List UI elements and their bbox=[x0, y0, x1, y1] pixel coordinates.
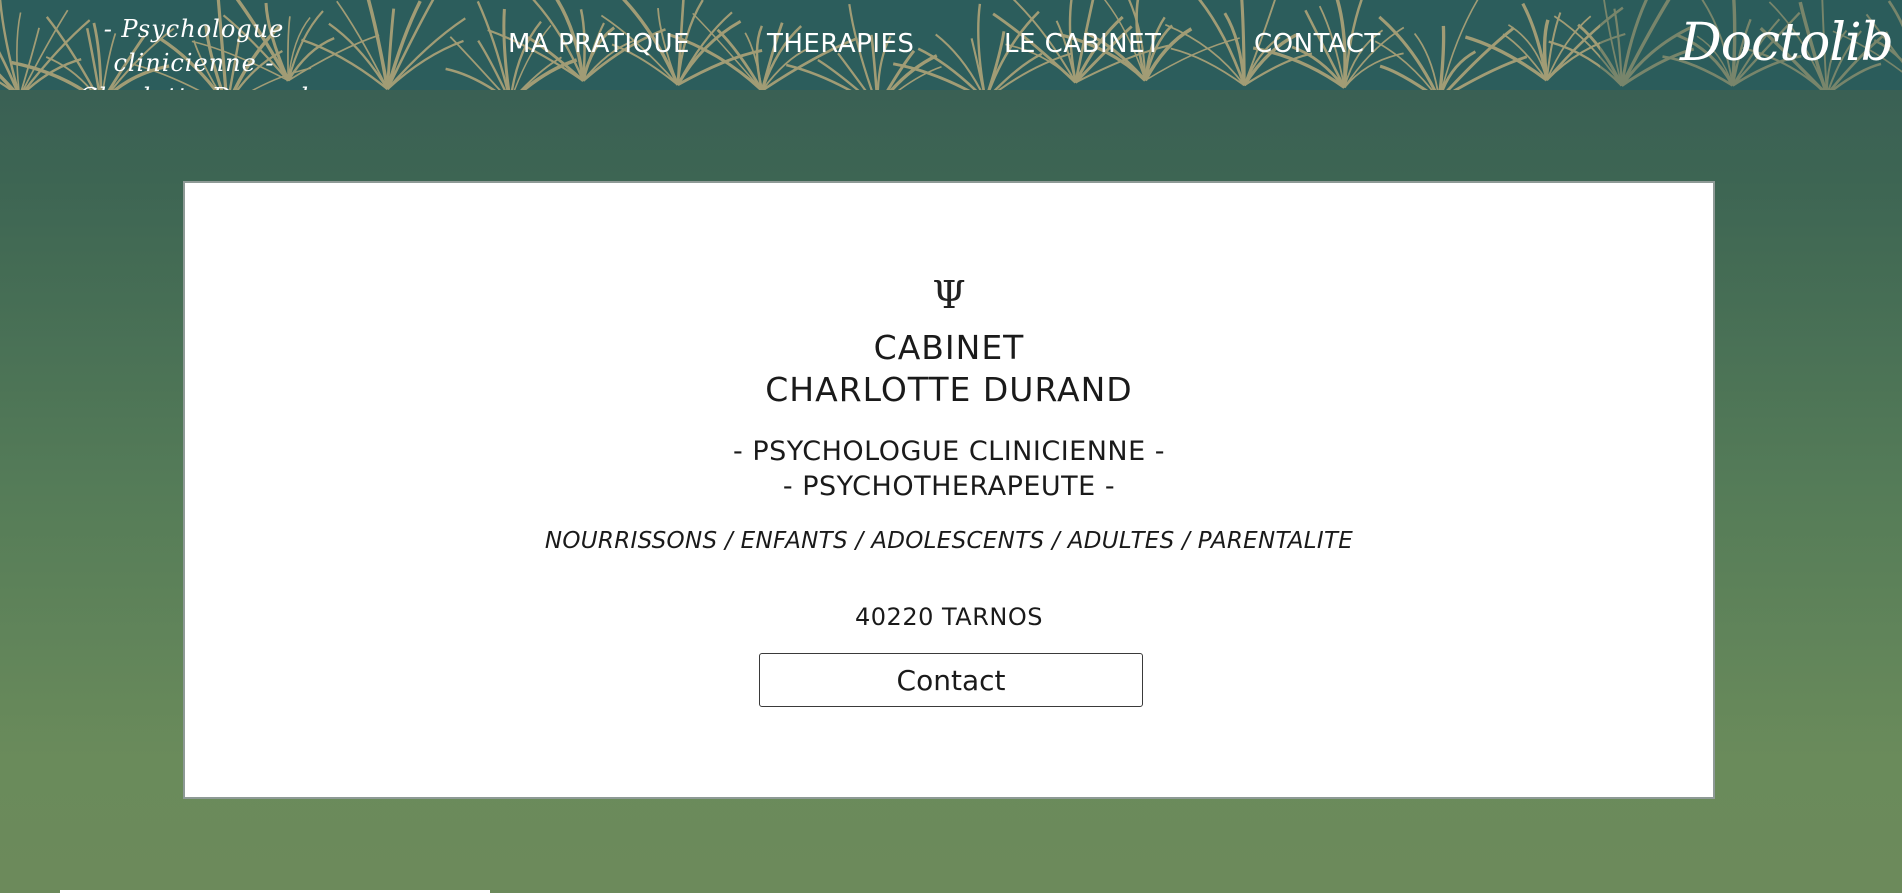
audience-list: NOURRISSONS / ENFANTS / ADOLESCENTS / AD… bbox=[544, 528, 1354, 554]
site-header: - Psychologue clinicienne - Charlotte Du… bbox=[0, 0, 1902, 90]
psi-symbol-icon: Ψ bbox=[932, 273, 966, 317]
cabinet-title-line-1: CABINET bbox=[873, 328, 1025, 367]
address-text: 40220 TARNOS bbox=[855, 603, 1043, 631]
subtitle-psychotherapeute: - PSYCHOTHERAPEUTE - bbox=[782, 471, 1116, 502]
cabinet-title-line-2: CHARLOTTE DURAND bbox=[765, 370, 1133, 409]
doctolib-link[interactable]: Doctolib bbox=[1680, 8, 1894, 78]
site-logo[interactable]: - Psychologue clinicienne - Charlotte Du… bbox=[34, 12, 354, 90]
nav-contact[interactable]: CONTACT bbox=[1254, 29, 1381, 59]
subtitle-psychologue: - PSYCHOLOGUE CLINICIENNE - bbox=[733, 436, 1165, 467]
contact-button[interactable]: Contact bbox=[759, 653, 1143, 707]
nav-ma-pratique[interactable]: MA PRATIQUE bbox=[508, 29, 690, 59]
hero-card: Ψ CABINET CHARLOTTE DURAND - PSYCHOLOGUE… bbox=[183, 181, 1715, 799]
nav-le-cabinet[interactable]: LE CABINET bbox=[1004, 29, 1161, 59]
logo-line-2: Charlotte Durand bbox=[34, 80, 354, 90]
logo-line-1: - Psychologue clinicienne - bbox=[103, 15, 285, 77]
nav-therapies[interactable]: THERAPIES bbox=[767, 29, 914, 59]
